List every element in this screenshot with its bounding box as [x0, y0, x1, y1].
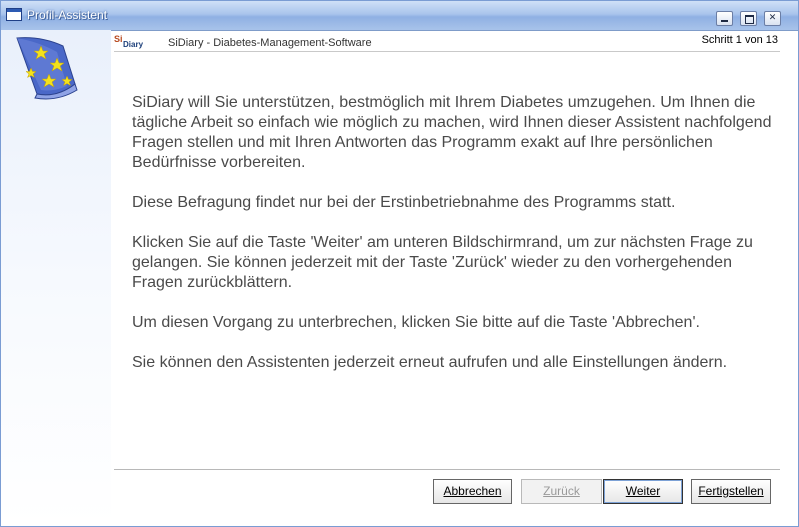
cancel-button[interactable]: Abbrechen: [433, 479, 512, 504]
header-divider: [114, 51, 780, 52]
intro-paragraph: SiDiary will Sie unterstützen, bestmögli…: [132, 94, 772, 171]
wizard-hat-icon: [16, 37, 78, 100]
minimize-button[interactable]: [716, 11, 733, 26]
finish-button[interactable]: Fertigstellen: [691, 479, 771, 504]
intro-paragraph: Um diesen Vorgang zu unterbrechen, klick…: [132, 314, 700, 331]
window-icon[interactable]: [6, 8, 22, 21]
footer-divider: [114, 469, 780, 470]
intro-paragraph: Sie können den Assistenten jederzeit ern…: [132, 354, 728, 371]
window-title: Profil-Assistent: [27, 8, 108, 22]
next-button[interactable]: Weiter: [603, 479, 683, 504]
intro-paragraph: Diese Befragung findet nur bei der Ersti…: [132, 194, 676, 211]
wizard-sidebar: [1, 30, 111, 526]
title-bar[interactable]: Profil-Assistent: [1, 1, 798, 31]
close-button[interactable]: [764, 11, 781, 26]
maximize-button[interactable]: [740, 11, 757, 26]
step-indicator: Schritt 1 von 13: [701, 34, 778, 46]
intro-text: SiDiary will Sie unterstützen, bestmögli…: [132, 93, 772, 393]
back-button[interactable]: Zurück: [521, 479, 602, 504]
intro-paragraph: Klicken Sie auf die Taste 'Weiter' am un…: [132, 234, 753, 291]
app-subtitle: SiDiary - Diabetes-Management-Software: [168, 37, 372, 49]
logo-si-text: Si: [114, 34, 123, 44]
logo-diary-text: Diary: [123, 40, 144, 49]
wizard-window: Profil-Assistent Si Diary SiDiary - Diab…: [0, 0, 799, 527]
